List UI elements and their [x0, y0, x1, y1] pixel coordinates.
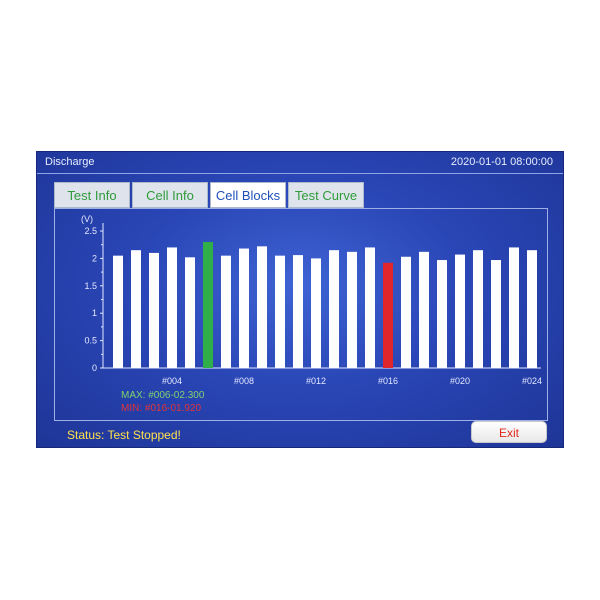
y-tick-label: 0 [92, 363, 97, 373]
y-tick-label: 2.5 [84, 226, 97, 236]
x-tick-label: #020 [450, 376, 470, 386]
cell-bar [347, 251, 357, 368]
cell-bar [419, 251, 429, 368]
exit-button[interactable]: Exit [471, 421, 547, 443]
discharge-screen: Discharge 2020-01-01 08:00:00 Test Info … [36, 151, 564, 448]
cell-bar [275, 255, 285, 368]
cell-bar [527, 250, 537, 368]
min-cell-label: MIN: #016-01.920 [121, 403, 201, 414]
cell-voltage-chart: (V) 0 0.5 1 1.5 2 2.5 #004 #008 #012 #016 #020 #024 M… [81, 214, 542, 414]
tab-cell-blocks[interactable]: Cell Blocks [210, 182, 286, 208]
cell-bar [167, 247, 177, 368]
cell-bar [131, 250, 141, 368]
cell-bar [113, 255, 123, 368]
cell-bar [311, 258, 321, 368]
title-bar: Discharge 2020-01-01 08:00:00 [37, 152, 563, 174]
cell-bar [185, 257, 195, 368]
cell-bar-min [383, 262, 393, 368]
y-tick-label: 0.5 [84, 336, 97, 346]
cell-bar [365, 247, 375, 368]
tab-test-info[interactable]: Test Info [54, 182, 130, 208]
max-cell-label: MAX: #006-02.300 [121, 390, 205, 401]
cell-bar [257, 246, 267, 368]
cell-bar-max [203, 241, 213, 368]
x-tick-label: #012 [306, 376, 326, 386]
x-tick-label: #008 [234, 376, 254, 386]
cell-bar [239, 248, 249, 368]
cell-bar [401, 256, 411, 368]
y-tick-label: 1.5 [84, 281, 97, 291]
tab-cell-info[interactable]: Cell Info [132, 182, 208, 208]
y-tick-label: 1 [92, 308, 97, 318]
x-tick-label: #024 [522, 376, 542, 386]
window-title: Discharge [45, 156, 95, 168]
cell-blocks-chart-frame: (V) 0 0.5 1 1.5 2 2.5 #004 #008 #012 #016 #020 #024 M… [54, 208, 548, 421]
cell-bar [293, 255, 303, 368]
cell-bar [509, 247, 519, 368]
cell-bar [329, 250, 339, 368]
cell-bar [455, 254, 465, 368]
y-axis-label: (V) [81, 214, 93, 224]
cell-bar [473, 250, 483, 368]
cell-bar [491, 260, 501, 368]
x-tick-label: #016 [378, 376, 398, 386]
status-text: Status: Test Stopped! [67, 428, 181, 442]
cell-bar [221, 255, 231, 368]
datetime: 2020-01-01 08:00:00 [450, 156, 553, 168]
x-tick-label: #004 [162, 376, 182, 386]
cell-bar [437, 260, 447, 368]
cell-bar [149, 252, 159, 368]
y-tick-label: 2 [92, 253, 97, 263]
tab-bar: Test Info Cell Info Cell Blocks Test Cur… [54, 182, 366, 208]
tab-test-curve[interactable]: Test Curve [288, 182, 364, 208]
